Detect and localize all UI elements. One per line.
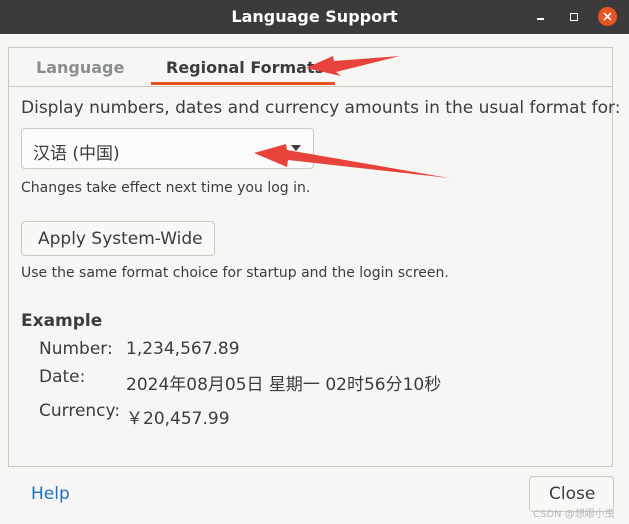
apply-system-wide-label: Apply System-Wide (38, 229, 203, 249)
watermark: CSDN @想眼小虫 (533, 509, 615, 520)
chevron-down-icon (291, 145, 301, 151)
minimize-icon[interactable] (531, 8, 549, 26)
format-dropdown[interactable]: 汉语 (中国) (21, 128, 314, 169)
tab-bar: Language Regional Formats (9, 48, 612, 87)
currency-label: Currency: (39, 401, 121, 421)
format-description: Display numbers, dates and currency amou… (21, 98, 621, 118)
number-value: 1,234,567.89 (126, 339, 240, 359)
close-icon[interactable] (598, 7, 617, 26)
help-link[interactable]: Help (31, 484, 70, 504)
date-value: 2024年08月05日 星期一 02时56分10秒 (126, 375, 442, 395)
number-label: Number: (39, 339, 113, 359)
change-hint: Changes take effect next time you log in… (21, 180, 311, 196)
tab-regional-formats[interactable]: Regional Formats (166, 58, 324, 77)
close-button-label: Close (549, 484, 596, 504)
apply-system-wide-button[interactable]: Apply System-Wide (21, 221, 215, 256)
active-tab-indicator (151, 82, 335, 85)
date-label: Date: (39, 367, 86, 387)
currency-value: ￥20,457.99 (126, 409, 230, 429)
tab-language[interactable]: Language (36, 58, 124, 77)
apply-hint: Use the same format choice for startup a… (21, 265, 449, 281)
title-bar: Language Support (0, 0, 629, 34)
format-dropdown-value: 汉语 (中国) (33, 144, 120, 164)
example-heading: Example (21, 311, 103, 331)
maximize-icon[interactable] (565, 8, 583, 26)
